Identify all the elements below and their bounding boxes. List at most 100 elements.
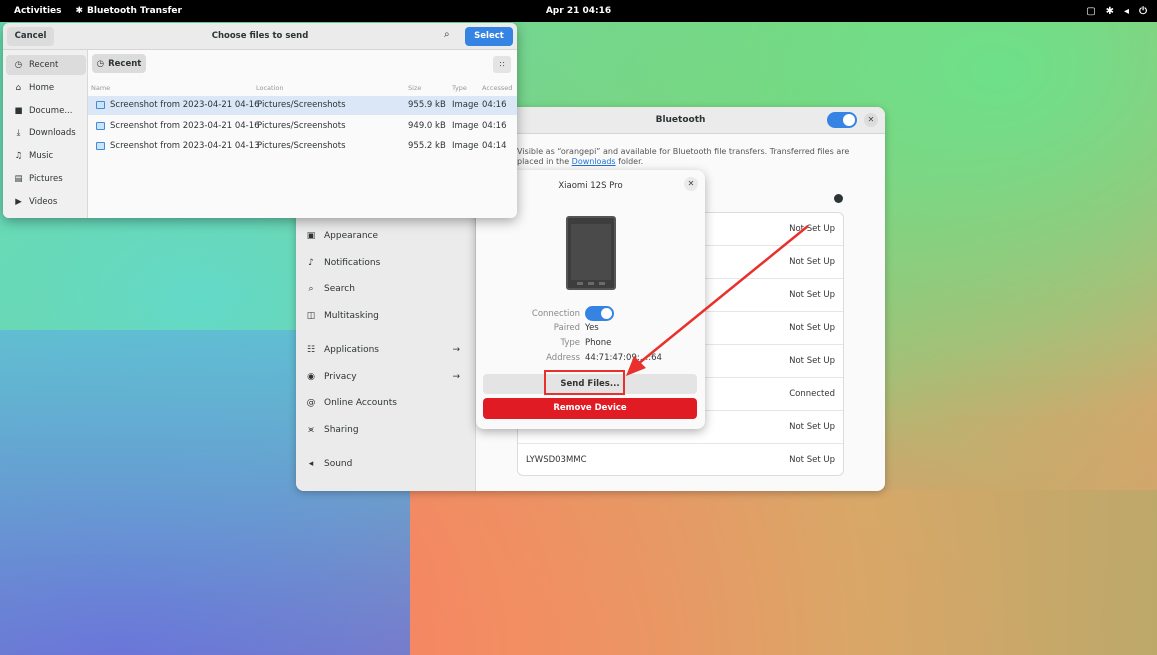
arrow-right-icon: →	[452, 372, 460, 382]
clock-icon: ◷	[96, 58, 105, 69]
bluetooth-icon: ✱	[75, 6, 84, 16]
settings-headerbar: Bluetooth ✕	[476, 107, 885, 134]
file-size: 955.9 kB	[408, 100, 446, 110]
place-music[interactable]: ♫ Music	[6, 146, 86, 166]
place-videos[interactable]: ▶ Videos	[6, 192, 86, 212]
home-icon: ⌂	[15, 82, 22, 93]
path-label: Recent	[108, 58, 142, 69]
place-recent[interactable]: ◷ Recent	[6, 55, 86, 75]
volume-icon: ◂	[1124, 5, 1130, 17]
place-docume[interactable]: ■ Docume...	[6, 101, 86, 121]
file-location: Pictures/Screenshots	[257, 120, 346, 131]
device-status: Not Set Up	[789, 455, 835, 465]
music-icon: ♫	[14, 151, 23, 162]
device-row[interactable]: LYWSD03MMC Not Set Up	[518, 444, 843, 477]
device-status: Not Set Up	[789, 356, 835, 366]
sidebar-item-label: Notifications	[324, 258, 381, 268]
paired-value: Yes	[585, 323, 599, 333]
grid-view-icon[interactable]: ∷	[493, 56, 511, 73]
online-accounts-icon: @	[306, 398, 316, 408]
column-size[interactable]: Size	[408, 84, 421, 92]
column-accessed[interactable]: Accessed	[482, 84, 512, 92]
paired-label: Paired	[553, 323, 580, 333]
annotation-highlight-box	[544, 370, 625, 395]
sidebar-item-notifications[interactable]: ♪ Notifications	[306, 258, 466, 268]
close-icon[interactable]: ✕	[684, 177, 698, 191]
file-row[interactable]: Screenshot from 2023-04-21 04-13 Pictures…	[88, 137, 517, 156]
sidebar-item-applications[interactable]: ☷ Applications →	[306, 345, 466, 355]
place-label: Docume...	[29, 105, 73, 116]
device-name: LYWSD03MMC	[526, 455, 587, 465]
sound-icon: ◂	[308, 459, 314, 469]
file-size: 949.0 kB	[408, 120, 446, 131]
file-type: Image	[452, 120, 479, 131]
device-status: Not Set Up	[789, 224, 835, 234]
privacy-icon: ◉	[307, 372, 315, 382]
notifications-icon: ♪	[308, 258, 314, 268]
place-label: Home	[29, 82, 55, 93]
file-row[interactable]: Screenshot from 2023-04-21 04-16 Pictures…	[88, 96, 517, 115]
connection-row: Connection	[476, 306, 705, 321]
place-home[interactable]: ⌂ Home	[6, 78, 86, 98]
paired-row: Paired Yes	[476, 323, 705, 333]
sidebar-item-label: Applications	[324, 345, 379, 355]
connection-label: Connection	[531, 308, 580, 319]
device-status: Connected	[789, 389, 835, 399]
scanning-spinner-icon	[834, 194, 843, 203]
file-accessed: 04:16	[482, 120, 507, 131]
sidebar-item-multitasking[interactable]: ◫ Multitasking	[306, 311, 466, 321]
download-icon: ⤓	[16, 128, 21, 139]
bluetooth-toggle[interactable]	[827, 112, 857, 128]
image-file-icon	[96, 101, 105, 109]
document-icon: ■	[14, 105, 23, 116]
description-suffix: folder.	[615, 157, 644, 166]
file-location: Pictures/Screenshots	[257, 100, 346, 110]
column-type[interactable]: Type	[452, 84, 467, 92]
app-menu[interactable]: ✱ Bluetooth Transfer	[76, 6, 182, 16]
sidebar-item-label: Privacy	[324, 372, 357, 382]
file-row[interactable]: Screenshot from 2023-04-21 04-16 Pictures…	[88, 117, 517, 136]
file-size: 955.2 kB	[408, 141, 446, 151]
bluetooth-description: Visible as “orangepi” and available for …	[517, 147, 857, 167]
sidebar-item-sharing[interactable]: ⪤ Sharing	[306, 425, 466, 435]
type-row: Type Phone	[476, 338, 705, 348]
clock-icon: ◷	[14, 60, 23, 70]
multitasking-icon: ◫	[306, 311, 316, 321]
remove-device-button[interactable]: Remove Device	[483, 398, 697, 419]
system-tray[interactable]: ▢ ✱ ◂ ⏻	[1086, 0, 1147, 22]
places-sidebar: ◷ Recent ⌂ Home ■ Docume... ⤓ Downloads ♫ Music ▤ P…	[3, 50, 88, 218]
address-label: Address	[546, 353, 580, 363]
sidebar-item-search[interactable]: ⌕ Search	[306, 284, 466, 294]
applications-icon: ☷	[306, 345, 316, 355]
file-name: Screenshot from 2023-04-21 04-13	[110, 141, 260, 151]
device-status: Not Set Up	[789, 290, 835, 300]
file-location: Pictures/Screenshots	[257, 141, 346, 151]
phone-icon	[566, 216, 616, 290]
file-accessed: 04:14	[482, 141, 507, 151]
select-button[interactable]: Select	[465, 27, 513, 46]
column-location[interactable]: Location	[256, 84, 284, 92]
sidebar-item-label: Online Accounts	[324, 398, 397, 408]
file-accessed: 04:16	[482, 100, 507, 110]
sidebar-item-privacy[interactable]: ◉ Privacy →	[306, 372, 466, 382]
place-label: Music	[29, 151, 54, 162]
appearance-icon: ▣	[306, 231, 316, 241]
wallpaper-shape-right	[410, 490, 1157, 655]
close-icon[interactable]: ✕	[864, 113, 878, 127]
activities-button[interactable]: Activities	[0, 6, 76, 16]
image-file-icon	[96, 142, 105, 150]
path-bar-recent[interactable]: ◷ Recent	[92, 54, 146, 73]
sidebar-item-sound[interactable]: ◂ Sound	[306, 459, 466, 469]
description-prefix: placed in the	[517, 157, 572, 166]
connection-toggle[interactable]	[585, 306, 614, 321]
place-downloads[interactable]: ⤓ Downloads	[6, 123, 86, 143]
search-icon[interactable]: ⌕	[444, 29, 450, 40]
downloads-link[interactable]: Downloads	[572, 157, 616, 166]
sidebar-item-online-accounts[interactable]: @ Online Accounts	[306, 398, 466, 408]
column-name[interactable]: Name	[91, 84, 110, 92]
file-type: Image	[452, 141, 479, 151]
sidebar-item-appearance[interactable]: ▣ Appearance	[306, 231, 466, 241]
place-pictures[interactable]: ▤ Pictures	[6, 169, 86, 189]
address-row: Address 44:71:47:09:…:64	[476, 353, 705, 363]
file-chooser-dialog: Cancel Choose files to send ⌕ Select ◷ Re…	[3, 23, 517, 218]
